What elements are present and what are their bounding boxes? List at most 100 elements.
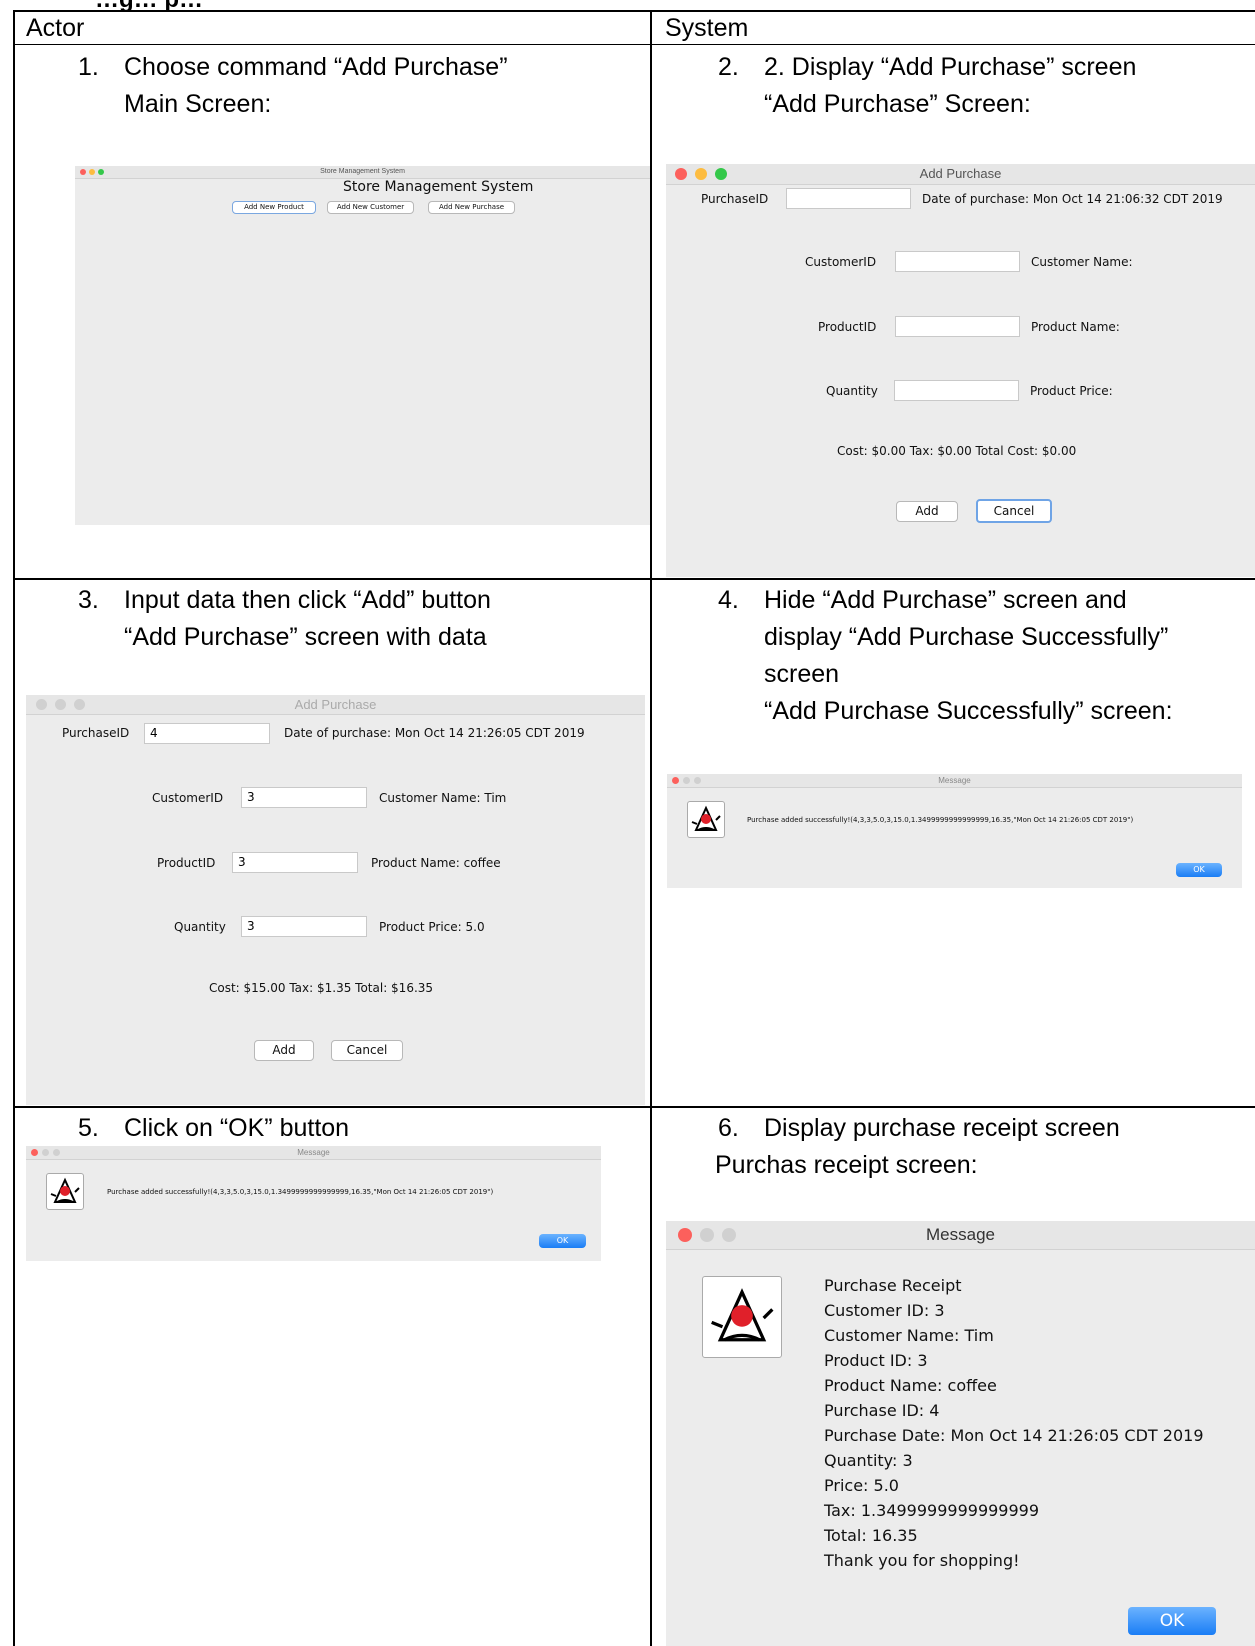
customer-id-label: CustomerID bbox=[805, 255, 877, 269]
close-button[interactable] bbox=[672, 777, 679, 784]
receipt-line: Product Name: coffee bbox=[824, 1376, 997, 1395]
quantity-label: Quantity bbox=[826, 384, 878, 398]
receipt-line: Tax: 1.3499999999999999 bbox=[824, 1501, 1040, 1520]
table-header-rule bbox=[13, 44, 1255, 45]
cancel-button[interactable]: Cancel bbox=[331, 1040, 403, 1061]
ok-button[interactable]: OK bbox=[539, 1234, 586, 1248]
ok-button[interactable]: OK bbox=[1176, 863, 1222, 877]
table-column-divider bbox=[650, 10, 652, 1646]
purchase-id-field[interactable]: 4 bbox=[144, 723, 270, 744]
close-button[interactable] bbox=[36, 699, 47, 710]
table-border-left bbox=[13, 10, 15, 1646]
success-message-text: Purchase added successfully!(4,3,3,5.0,3… bbox=[107, 1188, 494, 1196]
window-title: Message bbox=[926, 1225, 995, 1244]
minimize-button[interactable] bbox=[700, 1228, 714, 1242]
step-line: “Add Purchase” screen with data bbox=[124, 623, 487, 651]
customer-name: Customer Name: Tim bbox=[379, 791, 507, 805]
receipt-line: Product ID: 3 bbox=[824, 1351, 928, 1370]
zoom-button[interactable] bbox=[74, 699, 85, 710]
step-number: 2. bbox=[718, 53, 739, 81]
minimize-button[interactable] bbox=[89, 169, 95, 175]
product-name: Product Name: coffee bbox=[371, 856, 501, 870]
window-title-bar: Add Purchase bbox=[26, 695, 645, 715]
product-price: Product Price: bbox=[1030, 384, 1113, 398]
add-button[interactable]: Add bbox=[896, 501, 958, 522]
step-number: 5. bbox=[78, 1114, 99, 1142]
main-heading: Store Management System bbox=[343, 179, 534, 195]
zoom-button[interactable] bbox=[722, 1228, 736, 1242]
table-row-rule-2 bbox=[13, 1106, 1255, 1108]
product-id-field[interactable]: 3 bbox=[232, 852, 358, 873]
step-line: Main Screen: bbox=[124, 90, 272, 118]
column-header-actor: Actor bbox=[26, 14, 85, 42]
customer-id-field[interactable] bbox=[895, 251, 1020, 272]
quantity-field[interactable]: 3 bbox=[241, 916, 367, 937]
zoom-button[interactable] bbox=[694, 777, 701, 784]
step-line: display “Add Purchase Successfully” bbox=[764, 623, 1169, 651]
java-duke-icon bbox=[687, 801, 725, 838]
receipt-line: Price: 5.0 bbox=[824, 1476, 899, 1495]
product-name: Product Name: bbox=[1031, 320, 1120, 334]
add-button[interactable]: Add bbox=[254, 1040, 314, 1061]
purchase-id-field[interactable] bbox=[786, 188, 911, 209]
receipt-line: Customer Name: Tim bbox=[824, 1326, 994, 1345]
close-button[interactable] bbox=[31, 1149, 38, 1156]
add-new-customer-button[interactable]: Add New Customer bbox=[327, 201, 414, 214]
window-title-bar: Message bbox=[26, 1146, 601, 1160]
minimize-button[interactable] bbox=[695, 168, 707, 180]
window-title: Store Management System bbox=[320, 168, 405, 175]
window-title: Message bbox=[938, 776, 971, 785]
success-message-window-actor: Message Purchase added successfully!(4,3… bbox=[26, 1146, 601, 1261]
main-screen-window: Store Management System Store Management… bbox=[75, 166, 650, 525]
step-number: 6. bbox=[718, 1114, 739, 1142]
product-id-field[interactable] bbox=[895, 316, 1020, 337]
customer-name: Customer Name: bbox=[1031, 255, 1133, 269]
close-button[interactable] bbox=[80, 169, 86, 175]
table-row-rule-1 bbox=[13, 578, 1255, 580]
step-number: 3. bbox=[78, 586, 99, 614]
quantity-label: Quantity bbox=[174, 920, 226, 934]
window-title-bar: Add Purchase bbox=[666, 164, 1255, 185]
java-duke-icon bbox=[46, 1173, 84, 1210]
date-of-purchase: Date of purchase: Mon Oct 14 21:26:05 CD… bbox=[284, 726, 585, 740]
zoom-button[interactable] bbox=[98, 169, 104, 175]
zoom-button[interactable] bbox=[53, 1149, 60, 1156]
step-line: Choose command “Add Purchase” bbox=[124, 53, 508, 81]
step-number: 1. bbox=[78, 53, 99, 81]
table-border-top bbox=[13, 10, 1255, 12]
ok-button[interactable]: OK bbox=[1128, 1607, 1216, 1635]
receipt-line: Purchase Date: Mon Oct 14 21:26:05 CDT 2… bbox=[824, 1426, 1204, 1445]
receipt-line: Thank you for shopping! bbox=[824, 1551, 1020, 1570]
column-header-system: System bbox=[665, 14, 749, 42]
purchase-id-label: PurchaseID bbox=[701, 192, 769, 206]
close-button[interactable] bbox=[678, 1228, 692, 1242]
window-title-bar: Store Management System bbox=[75, 166, 650, 179]
step-line: screen bbox=[764, 660, 840, 688]
java-duke-icon bbox=[702, 1276, 782, 1358]
customer-id-field[interactable]: 3 bbox=[241, 787, 367, 808]
product-id-label: ProductID bbox=[157, 856, 216, 870]
cancel-button[interactable]: Cancel bbox=[976, 499, 1052, 523]
step-line: Purchas receipt screen: bbox=[715, 1151, 978, 1179]
quantity-field[interactable] bbox=[894, 380, 1019, 401]
window-title: Add Purchase bbox=[919, 166, 1002, 181]
purchase-id-label: PurchaseID bbox=[62, 726, 130, 740]
receipt-line: Quantity: 3 bbox=[824, 1451, 913, 1470]
receipt-line: Purchase Receipt bbox=[824, 1276, 962, 1295]
step-line: Click on “OK” button bbox=[124, 1114, 350, 1142]
success-message-window: Message Purchase added successfully!(4,3… bbox=[667, 774, 1242, 888]
add-new-product-button[interactable]: Add New Product bbox=[232, 201, 316, 214]
minimize-button[interactable] bbox=[683, 777, 690, 784]
window-title: Message bbox=[297, 1148, 330, 1157]
close-button[interactable] bbox=[675, 168, 687, 180]
add-new-purchase-button[interactable]: Add New Purchase bbox=[428, 201, 515, 214]
minimize-button[interactable] bbox=[55, 699, 66, 710]
window-title: Add Purchase bbox=[294, 697, 377, 712]
minimize-button[interactable] bbox=[42, 1149, 49, 1156]
date-of-purchase: Date of purchase: Mon Oct 14 21:06:32 CD… bbox=[922, 192, 1223, 206]
cost-summary: Cost: $0.00 Tax: $0.00 Total Cost: $0.00 bbox=[837, 444, 1077, 458]
zoom-button[interactable] bbox=[715, 168, 727, 180]
receipt-line: Customer ID: 3 bbox=[824, 1301, 945, 1320]
success-message-text: Purchase added successfully!(4,3,3,5.0,3… bbox=[747, 816, 1134, 824]
step-number: 4. bbox=[718, 586, 739, 614]
